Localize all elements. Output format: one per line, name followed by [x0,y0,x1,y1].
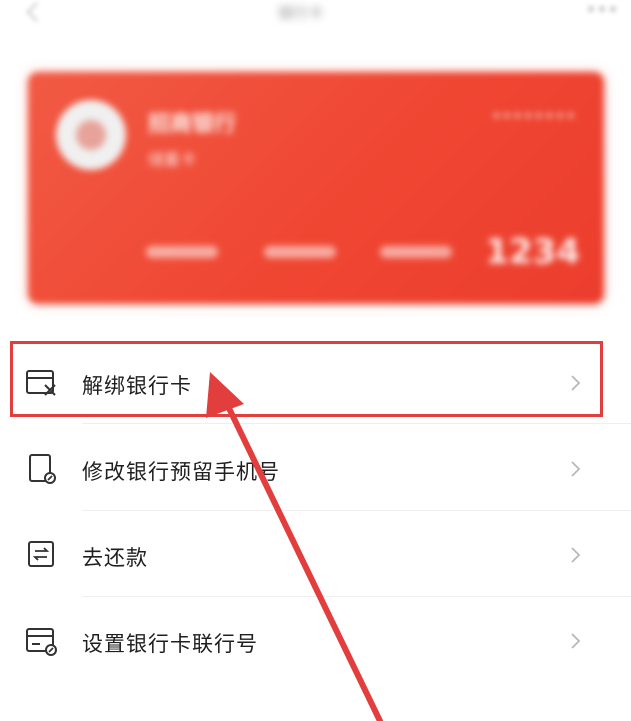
menu-item-label: 去还款 [82,546,148,570]
divider [82,596,631,597]
back-arrow-icon[interactable] [22,0,46,24]
page-title: 银行卡 [278,4,324,22]
divider [82,423,631,424]
card-number-mask-2 [264,246,336,258]
bank-card-detail-page: 银行卡 招商银行 储蓄卡 •••••••• 1234 解绑银行卡 修改银行预留手… [0,0,631,721]
phone-edit-icon [29,454,56,484]
card-number-mask-3 [380,246,452,258]
chevron-right-icon [571,547,581,563]
highlight-box [10,341,603,417]
top-bar: 银行卡 [0,0,631,40]
more-dots-icon[interactable] [586,4,618,14]
card-settings-icon [26,628,57,656]
card-type: 储蓄卡 [148,150,197,169]
card-right-info: •••••••• [491,106,576,127]
menu-item-set-bank-code[interactable]: 设置银行卡联行号 [0,600,631,682]
bank-logo-emblem-icon [76,120,106,150]
bank-card-face: 招商银行 储蓄卡 •••••••• 1234 [28,72,604,304]
bank-card[interactable]: 招商银行 储蓄卡 •••••••• 1234 [16,60,616,318]
bank-name: 招商银行 [148,112,237,137]
menu-item-label: 设置银行卡联行号 [82,632,258,656]
repay-transfer-icon [28,541,54,567]
card-number-mask-1 [146,246,218,258]
menu-item-label: 修改银行预留手机号 [82,460,280,484]
menu-item-change-phone[interactable]: 修改银行预留手机号 [0,428,631,510]
card-last-four: 1234 [485,232,580,272]
menu-item-repay[interactable]: 去还款 [0,514,631,596]
divider [82,510,631,511]
chevron-right-icon [571,633,581,649]
chevron-right-icon [571,461,581,477]
